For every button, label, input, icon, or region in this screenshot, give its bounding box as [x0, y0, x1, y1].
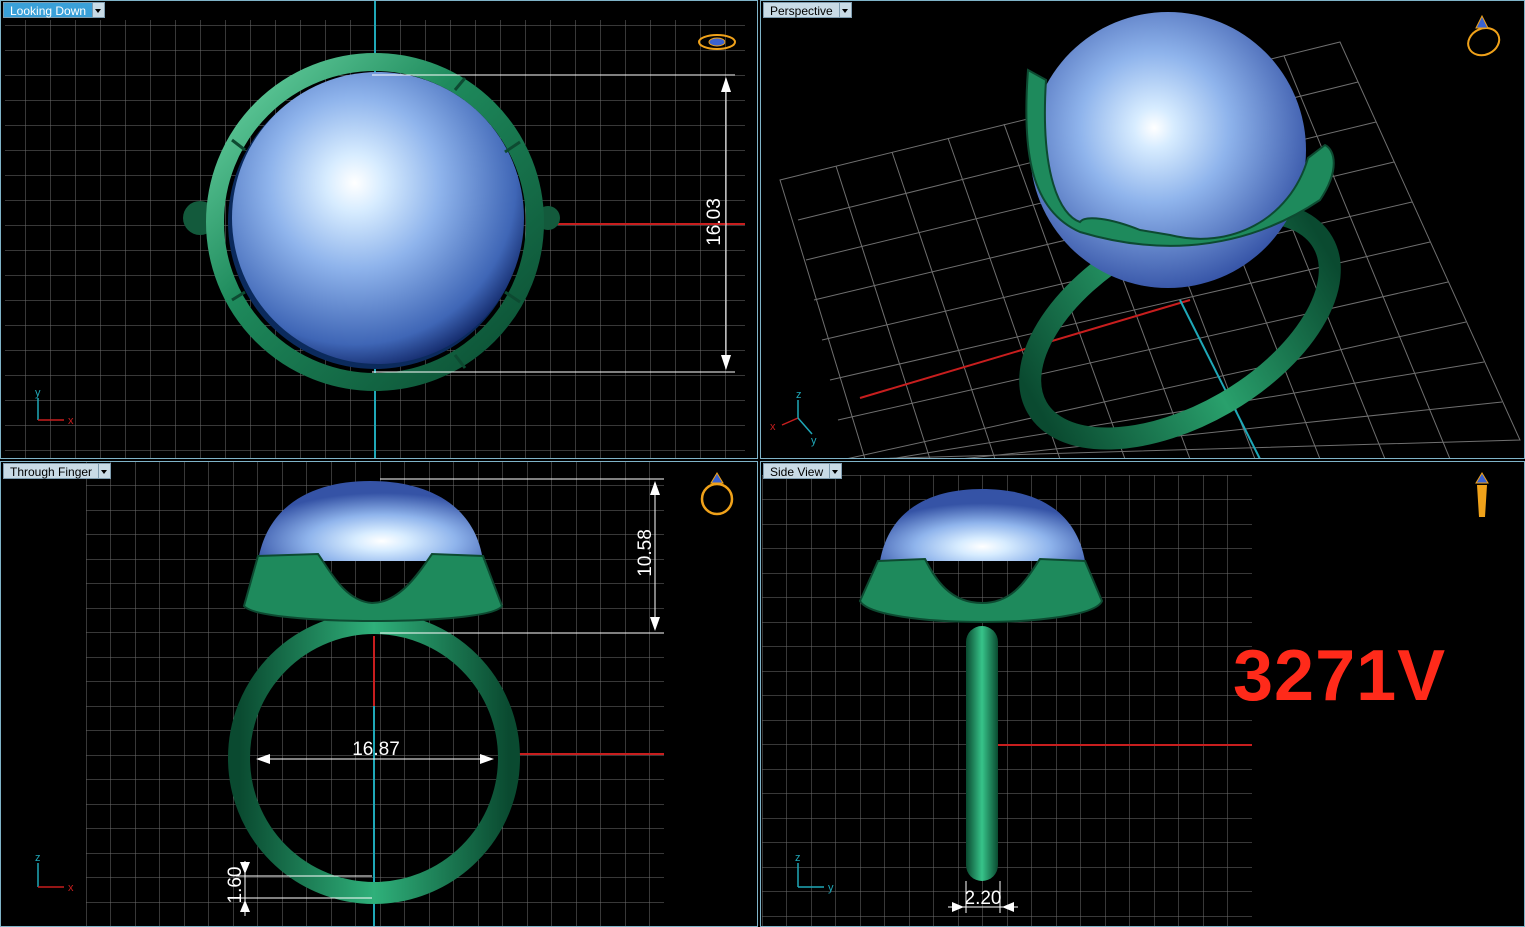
tab-perspective[interactable]: Perspective: [763, 2, 852, 18]
axis-triad: z x y: [770, 389, 817, 447]
dimension-inner-diameter: 16.87: [352, 739, 400, 760]
ring-perspective-icon[interactable]: [1464, 14, 1504, 60]
viewport-perspective[interactable]: z x y Perspective: [760, 0, 1525, 459]
model-code-label: 3271V: [1233, 636, 1447, 716]
view-dropdown-icon[interactable]: [830, 463, 843, 479]
axis-triad: z x: [35, 852, 74, 894]
viewport-through-finger[interactable]: 10.58 16.87 1.60 z x Through Finger: [0, 461, 758, 927]
ring-front-icon[interactable]: [700, 472, 734, 516]
tab-side-view[interactable]: Side View: [763, 463, 843, 479]
svg-text:x: x: [68, 415, 74, 427]
dimension-band-thickness: 1.60: [225, 867, 246, 904]
view-dropdown-icon[interactable]: [99, 463, 112, 479]
ring-shank-side: [966, 626, 998, 881]
perspective-canvas[interactable]: z x y: [760, 0, 1525, 459]
viewport-looking-down[interactable]: 16.03 y x Looking Down: [0, 0, 758, 459]
stone-top: [232, 72, 524, 364]
through-finger-canvas[interactable]: 10.58 16.87 1.60 z x: [0, 461, 758, 927]
dimension-band-width: 2.20: [965, 888, 1002, 909]
ring-side-icon[interactable]: [1475, 472, 1489, 517]
svg-text:y: y: [811, 435, 817, 447]
svg-text:x: x: [68, 882, 74, 894]
tab-through-finger[interactable]: Through Finger: [3, 463, 112, 479]
svg-text:z: z: [796, 389, 802, 401]
view-dropdown-icon[interactable]: [93, 2, 106, 18]
svg-text:x: x: [770, 421, 776, 433]
dimension-height-stone: 10.58: [635, 529, 656, 577]
dimension-height-top: 16.03: [704, 198, 725, 246]
svg-text:y: y: [35, 387, 41, 399]
view-dropdown-icon[interactable]: [839, 2, 852, 18]
looking-down-canvas[interactable]: 16.03 y x: [0, 0, 758, 459]
tab-looking-down[interactable]: Looking Down: [3, 2, 106, 18]
svg-text:z: z: [35, 852, 41, 864]
svg-text:y: y: [828, 882, 834, 894]
svg-text:z: z: [795, 852, 801, 864]
